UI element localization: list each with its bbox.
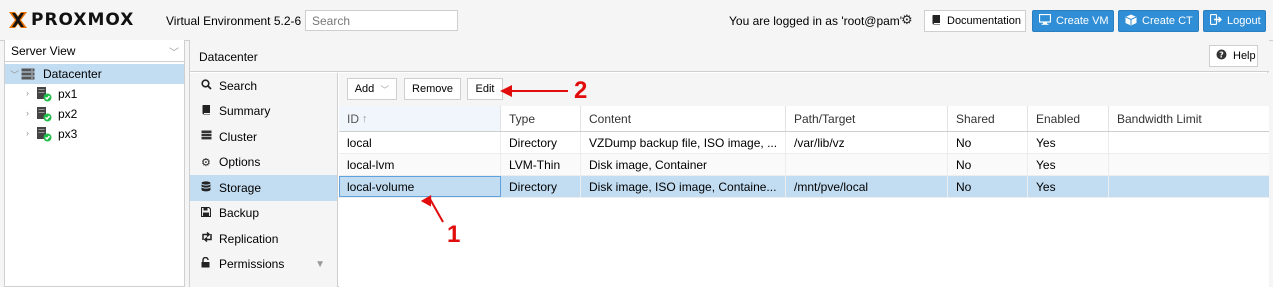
annotation-arrow-2 [500,85,568,97]
annotation-arrow-1 [420,195,444,223]
annotation-label-1: 1 [447,221,461,248]
annotation-label-2: 2 [574,77,588,104]
annotation-overlay [420,85,568,223]
